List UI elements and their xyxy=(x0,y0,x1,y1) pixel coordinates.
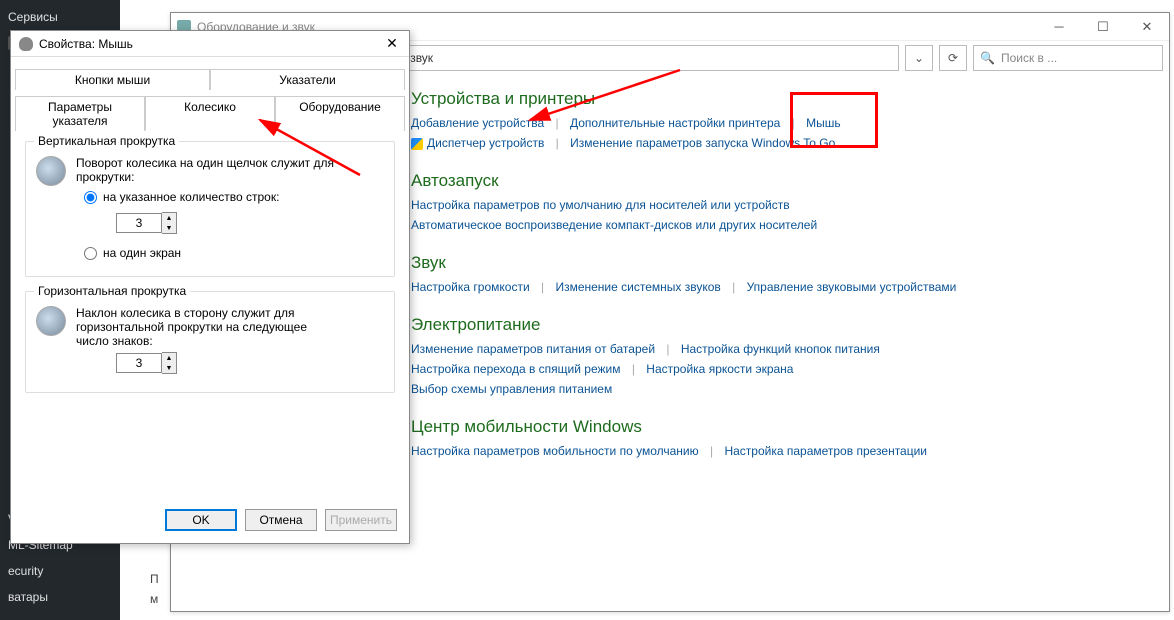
hscroll-label: Наклон колесика в сторону служит для гор… xyxy=(76,306,336,348)
wheel-tilt-icon xyxy=(36,306,66,336)
link-volume[interactable]: Настройка громкости xyxy=(411,280,530,294)
dialog-close-button[interactable]: ✕ xyxy=(383,35,401,53)
cp-title-autoplay[interactable]: Автозапуск xyxy=(411,171,1159,191)
stray-p: П xyxy=(150,572,159,586)
search-placeholder: Поиск в ... xyxy=(1001,51,1057,65)
link-power-plan[interactable]: Выбор схемы управления питанием xyxy=(411,382,612,396)
link-mouse[interactable]: Мышь xyxy=(806,116,841,130)
search-input[interactable]: 🔍 Поиск в ... xyxy=(973,45,1163,71)
radio-screen[interactable] xyxy=(84,247,97,260)
tab-hardware[interactable]: Оборудование xyxy=(275,96,405,131)
cp-title-mobility[interactable]: Центр мобильности Windows xyxy=(411,417,1159,437)
link-battery[interactable]: Изменение параметров питания от батарей xyxy=(411,342,655,356)
hscroll-spinner[interactable]: ▲ ▼ xyxy=(116,352,177,374)
sidebar-itm-4[interactable]: ватары xyxy=(0,584,120,610)
wheel-icon xyxy=(36,156,66,186)
link-printer-settings[interactable]: Дополнительные настройки принтера xyxy=(570,116,780,130)
link-brightness[interactable]: Настройка яркости экрана xyxy=(646,362,793,376)
link-presentation[interactable]: Настройка параметров презентации xyxy=(724,444,927,458)
hspin-up[interactable]: ▲ xyxy=(162,353,176,363)
spin-up[interactable]: ▲ xyxy=(162,213,176,223)
groupbox-vscroll: Вертикальная прокрутка Поворот колесика … xyxy=(25,141,395,277)
stray-m: м xyxy=(150,592,158,606)
tab-pointer-options[interactable]: Параметры указателя xyxy=(15,96,145,131)
tab-wheel[interactable]: Колесико xyxy=(145,96,275,131)
dialog-body: Вертикальная прокрутка Поворот колесика … xyxy=(11,131,409,501)
close-button[interactable]: ✕ xyxy=(1125,13,1169,41)
minimize-button[interactable]: ─ xyxy=(1037,13,1081,41)
dialog-titlebar: Свойства: Мышь ✕ xyxy=(11,31,409,57)
link-windows-togo[interactable]: Изменение параметров запуска Windows To … xyxy=(570,136,835,150)
link-autoplay-defaults[interactable]: Настройка параметров по умолчанию для но… xyxy=(411,198,790,212)
maximize-button[interactable]: ☐ xyxy=(1081,13,1125,41)
tab-pointers[interactable]: Указатели xyxy=(210,69,405,90)
link-system-sounds[interactable]: Изменение системных звуков xyxy=(555,280,720,294)
groupbox-hscroll: Горизонтальная прокрутка Наклон колесика… xyxy=(25,291,395,393)
radio-screen-label: на один экран xyxy=(103,246,181,260)
radio-lines-row[interactable]: на указанное количество строк: xyxy=(84,190,384,204)
hscroll-input[interactable] xyxy=(116,353,162,373)
radio-lines[interactable] xyxy=(84,191,97,204)
link-sleep[interactable]: Настройка перехода в спящий режим xyxy=(411,362,620,376)
sidebar-top-row: Сервисы xyxy=(0,4,120,30)
sidebar-top-1[interactable]: Сервисы xyxy=(8,10,58,24)
mouse-icon xyxy=(19,37,33,51)
radio-screen-row[interactable]: на один экран xyxy=(84,246,384,260)
refresh-button[interactable]: ⟳ xyxy=(939,45,967,71)
ok-button[interactable]: OK xyxy=(165,509,237,531)
link-audio-devices[interactable]: Управление звуковыми устройствами xyxy=(747,280,957,294)
tab-buttons[interactable]: Кнопки мыши xyxy=(15,69,210,90)
dialog-buttons: OK Отмена Применить xyxy=(11,501,409,543)
cancel-button[interactable]: Отмена xyxy=(245,509,317,531)
radio-lines-label: на указанное количество строк: xyxy=(103,190,279,204)
apply-button[interactable]: Применить xyxy=(325,509,397,531)
lines-input[interactable] xyxy=(116,213,162,233)
cp-title-power[interactable]: Электропитание xyxy=(411,315,1159,335)
dialog-title: Свойства: Мышь xyxy=(39,37,133,51)
search-icon: 🔍 xyxy=(980,51,995,65)
vscroll-title: Вертикальная прокрутка xyxy=(34,134,179,148)
link-autoplay-cd[interactable]: Автоматическое воспроизведение компакт-д… xyxy=(411,218,817,232)
cp-title-sound[interactable]: Звук xyxy=(411,253,1159,273)
shield-icon xyxy=(411,138,423,150)
spin-down[interactable]: ▼ xyxy=(162,223,176,233)
cp-title-devices[interactable]: Устройства и принтеры xyxy=(411,89,1159,109)
link-mobility-defaults[interactable]: Настройка параметров мобильности по умол… xyxy=(411,444,699,458)
lines-spinner[interactable]: ▲ ▼ xyxy=(116,212,177,234)
dropdown-button[interactable]: ⌄ xyxy=(905,45,933,71)
link-add-device[interactable]: Добавление устройства xyxy=(411,116,544,130)
hscroll-title: Горизонтальная прокрутка xyxy=(34,284,190,298)
hspin-down[interactable]: ▼ xyxy=(162,363,176,373)
vscroll-label: Поворот колесика на один щелчок служит д… xyxy=(76,156,384,184)
sidebar-itm-3[interactable]: ecurity xyxy=(0,558,120,584)
mouse-properties-dialog: Свойства: Мышь ✕ Кнопки мыши Указатели П… xyxy=(10,30,410,544)
link-device-manager[interactable]: Диспетчер устройств xyxy=(427,136,544,150)
link-power-buttons[interactable]: Настройка функций кнопок питания xyxy=(681,342,880,356)
